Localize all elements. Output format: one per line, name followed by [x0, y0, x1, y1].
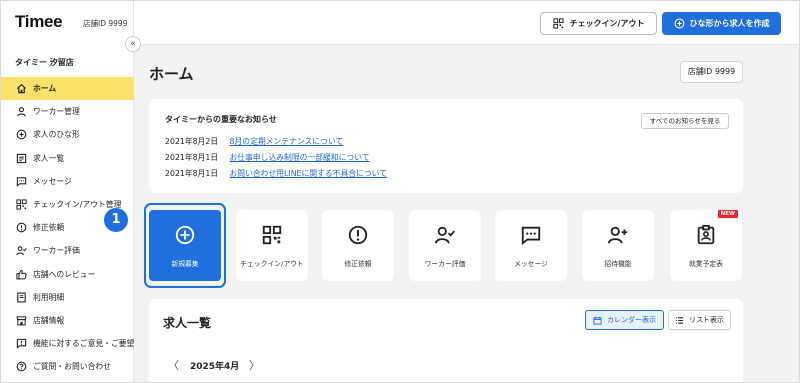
checkin-checkout-button[interactable]: チェックイン/アウト — [540, 12, 657, 35]
tile-label: ワーカー評価 — [424, 260, 466, 268]
message-icon — [16, 176, 27, 187]
message-icon — [520, 224, 542, 246]
tile-messages[interactable]: メッセージ — [495, 210, 567, 281]
person-icon — [16, 106, 27, 117]
main-content: ホーム 店舗ID 9999 タイミーからの重要なお知らせ すべてのお知らせを見る… — [104, 45, 799, 382]
sidebar-item-label: 店舗へのレビュー — [33, 269, 96, 279]
checkin-button-label: チェックイン/アウト — [569, 19, 645, 28]
store-name: タイミー 汐留店 — [15, 58, 74, 67]
sidebar-collapse-button[interactable]: « — [125, 36, 141, 52]
alert-icon — [347, 224, 369, 246]
tile-label: メッセージ — [514, 260, 548, 268]
tile-label: 修正依頼 — [344, 260, 372, 268]
tile-invite[interactable]: 招待機能 — [582, 210, 654, 281]
qr-icon — [552, 18, 564, 29]
person-add-icon — [607, 224, 629, 246]
sidebar-item-label: ワーカー評価 — [33, 246, 80, 256]
tile-work-schedule[interactable]: NEW 就業予定表 — [670, 210, 742, 281]
sidebar-item-label: 修正依頼 — [33, 223, 65, 233]
sidebar-item-store-info[interactable]: 店舗情報 — [1, 309, 134, 332]
notice-date: 2021年8月2日 — [165, 137, 219, 146]
sidebar-item-label: 求人一覧 — [33, 153, 65, 163]
app-logo[interactable]: Timee — [15, 12, 63, 32]
sidebar-item-label: ご質問・お問い合わせ — [33, 362, 111, 372]
sidebar-item-label: メッセージ — [33, 176, 72, 186]
notice-date: 2021年8月1日 — [165, 169, 219, 178]
question-icon — [16, 361, 27, 372]
sidebar-item-label: ホーム — [33, 84, 57, 94]
notice-link[interactable]: お問い合わせ用LINEに関する不具合について — [229, 169, 387, 178]
plus-circle-icon — [674, 18, 684, 29]
tile-label: 就業予定表 — [689, 260, 723, 268]
tile-label: チェックイン/アウト — [240, 260, 304, 268]
tile-label: 招待機能 — [604, 260, 632, 268]
tile-checkin[interactable]: チェックイン/アウト — [236, 210, 308, 281]
prev-month-button[interactable]: 〈 — [168, 357, 179, 373]
sidebar-item-job-list[interactable]: 求人一覧 — [1, 147, 134, 170]
plus-circle-icon — [16, 129, 27, 140]
plus-circle-icon — [174, 224, 196, 246]
create-button-label: ひな形から求人を作成 — [689, 19, 770, 28]
person-check-icon — [16, 245, 27, 256]
tile-worker-review[interactable]: ワーカー評価 — [409, 210, 481, 281]
list-view-button[interactable]: リスト表示 — [668, 310, 731, 330]
top-bar: チェックイン/アウト ひな形から求人を作成 — [134, 1, 799, 45]
list-view-label: リスト表示 — [689, 316, 724, 324]
notice-date: 2021年8月1日 — [165, 153, 219, 162]
sidebar-item-billing[interactable]: 利用明細 — [1, 286, 134, 309]
sidebar-item-contact[interactable]: ご質問・お問い合わせ — [1, 355, 134, 378]
job-list-card: 求人一覧 カレンダー表示 リスト表示 〈 2025年4月 〉 — [149, 299, 743, 382]
feedback-icon — [16, 338, 27, 349]
sidebar-item-label: 利用明細 — [33, 292, 65, 302]
notice-link[interactable]: 8月の定期メンテナンスについて — [229, 137, 343, 146]
calendar-view-label: カレンダー表示 — [607, 316, 656, 324]
sidebar-item-label: 機能に対するご意見・ご要望 — [33, 339, 134, 349]
sidebar-item-store-reviews[interactable]: 店舗へのレビュー — [1, 263, 134, 286]
notice-item: 2021年8月1日 お仕事申し込み制限の一部緩和について — [165, 152, 370, 163]
job-list-title: 求人一覧 — [163, 316, 212, 330]
list-icon — [675, 316, 684, 324]
tile-new-job[interactable]: 新規募集 — [149, 210, 221, 281]
sidebar-item-feedback[interactable]: 機能に対するご意見・ご要望 — [1, 332, 134, 355]
sidebar-store-id: 店舗ID 9999 — [83, 19, 128, 28]
sidebar-item-label: チェックイン/アウト管理 — [33, 200, 122, 210]
tile-label: 新規募集 — [171, 260, 199, 268]
list-icon — [16, 153, 27, 164]
calendar-icon — [593, 316, 602, 325]
new-badge: NEW — [717, 210, 738, 218]
qr-icon — [261, 224, 283, 246]
create-from-template-button[interactable]: ひな形から求人を作成 — [662, 12, 781, 35]
sidebar-item-label: 店舗情報 — [33, 315, 65, 325]
step-number-badge: 1 — [104, 208, 128, 232]
sidebar: Timee 店舗ID 9999 タイミー 汐留店 ホーム ワーカー管理 求人のひ — [1, 1, 134, 382]
tile-corrections[interactable]: 修正依頼 — [322, 210, 394, 281]
sidebar-item-label: 求人のひな形 — [33, 130, 80, 140]
notice-item: 2021年8月1日 お問い合わせ用LINEに関する不具合について — [165, 168, 387, 179]
thumb-icon — [16, 269, 27, 280]
person-check-icon — [434, 224, 456, 246]
sidebar-item-label: ワーカー管理 — [33, 107, 80, 117]
page-title: ホーム — [149, 65, 194, 83]
notice-link[interactable]: お仕事申し込み制限の一部緩和について — [229, 153, 369, 162]
notice-item: 2021年8月2日 8月の定期メンテナンスについて — [165, 136, 343, 147]
home-icon — [16, 83, 27, 94]
sidebar-item-worker-review[interactable]: ワーカー評価 — [1, 239, 134, 262]
notice-card: タイミーからの重要なお知らせ すべてのお知らせを見る 2021年8月2日 8月の… — [149, 99, 743, 193]
calendar-view-button[interactable]: カレンダー表示 — [585, 310, 664, 330]
store-icon — [16, 315, 27, 326]
notice-title: タイミーからの重要なお知らせ — [165, 115, 277, 124]
current-month-label: 2025年4月 — [190, 362, 240, 372]
sidebar-item-messages[interactable]: メッセージ — [1, 170, 134, 193]
next-month-button[interactable]: 〉 — [249, 357, 260, 373]
sidebar-item-workers[interactable]: ワーカー管理 — [1, 100, 134, 123]
receipt-icon — [16, 292, 27, 303]
all-notices-button[interactable]: すべてのお知らせを見る — [641, 113, 729, 129]
app-window: Timee 店舗ID 9999 タイミー 汐留店 ホーム ワーカー管理 求人のひ — [0, 0, 800, 383]
store-id-badge: 店舗ID 9999 — [680, 61, 743, 83]
sidebar-item-templates[interactable]: 求人のひな形 — [1, 123, 134, 146]
sidebar-item-home[interactable]: ホーム — [1, 77, 134, 101]
qr-icon — [16, 199, 27, 210]
alert-icon — [16, 222, 27, 233]
badge-icon — [695, 224, 717, 246]
